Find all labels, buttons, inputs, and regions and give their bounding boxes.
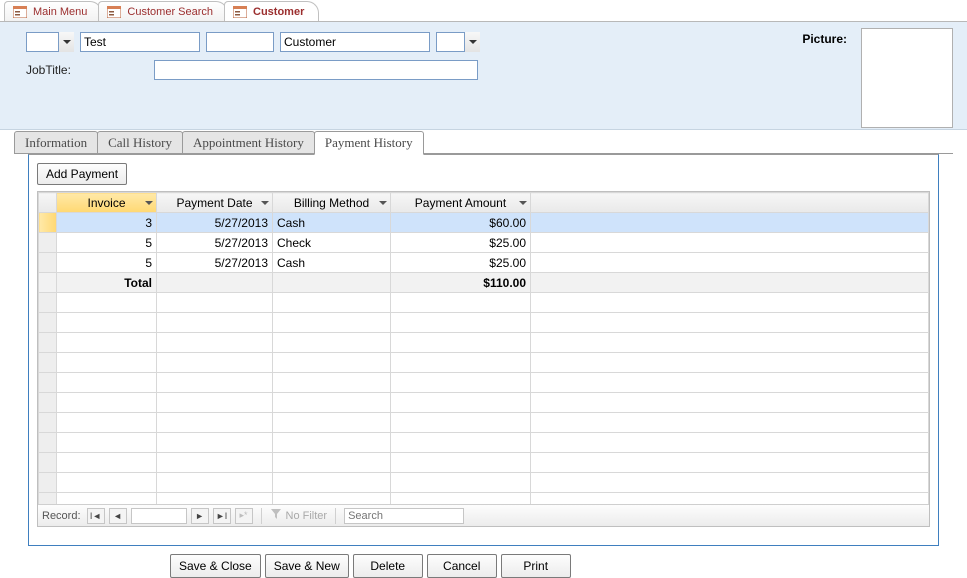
picture-section: Picture:	[802, 28, 953, 128]
tab-appointment-history[interactable]: Appointment History	[182, 131, 315, 154]
dropdown-arrow-icon[interactable]	[464, 32, 480, 52]
cell-payment-date[interactable]: 5/27/2013	[157, 213, 273, 233]
jobtitle-input[interactable]	[154, 60, 478, 80]
delete-button[interactable]: Delete	[353, 554, 423, 578]
column-dropdown-icon[interactable]	[260, 198, 270, 208]
separator	[335, 508, 336, 524]
add-payment-button[interactable]: Add Payment	[37, 163, 127, 185]
payment-grid: Invoice Payment Date Billing Method	[37, 191, 930, 527]
nav-first-button[interactable]: I◄	[87, 508, 105, 524]
jobtitle-label: JobTitle:	[26, 63, 144, 77]
cell-payment-date[interactable]: 5/27/2013	[157, 253, 273, 273]
filter-label: No Filter	[286, 510, 328, 522]
col-header-billing-method[interactable]: Billing Method	[273, 193, 391, 213]
app-window: Main Menu Customer Search Customer	[0, 0, 967, 569]
col-header-payment-date[interactable]: Payment Date	[157, 193, 273, 213]
cell-billing-method[interactable]: Check	[273, 233, 391, 253]
cell-payment-date[interactable]: 5/27/2013	[157, 233, 273, 253]
col-header-payment-amount[interactable]: Payment Amount	[391, 193, 531, 213]
action-bar: Save & Close Save & New Delete Cancel Pr…	[0, 546, 967, 578]
filter-indicator[interactable]: No Filter	[270, 508, 328, 523]
cancel-button[interactable]: Cancel	[427, 554, 497, 578]
cell-billing-method[interactable]: Cash	[273, 253, 391, 273]
form-icon	[233, 6, 247, 18]
doc-tab-customer-search[interactable]: Customer Search	[98, 1, 228, 21]
doc-tab-main-menu[interactable]: Main Menu	[4, 1, 102, 21]
nav-next-button[interactable]: ►	[191, 508, 209, 524]
total-amount: $110.00	[391, 273, 531, 293]
picture-label: Picture:	[802, 28, 847, 46]
form-icon	[107, 6, 121, 18]
cell-payment-amount[interactable]: $60.00	[391, 213, 531, 233]
record-position-input[interactable]	[131, 508, 187, 524]
recnav-label: Record:	[42, 510, 83, 522]
form-icon	[13, 6, 27, 18]
nav-last-button[interactable]: ►I	[213, 508, 231, 524]
row-selector[interactable]	[39, 213, 57, 233]
dropdown-arrow-icon[interactable]	[58, 32, 74, 52]
doc-tab-label: Customer Search	[127, 6, 213, 18]
total-label: Total	[57, 273, 157, 293]
row-selector-header[interactable]	[39, 193, 57, 213]
cell-payment-amount[interactable]: $25.00	[391, 233, 531, 253]
separator	[261, 508, 262, 524]
tab-payment-history[interactable]: Payment History	[314, 131, 424, 155]
column-dropdown-icon[interactable]	[144, 198, 154, 208]
column-dropdown-icon[interactable]	[518, 198, 528, 208]
col-header-label: Payment Date	[176, 196, 252, 210]
doc-tab-customer[interactable]: Customer	[224, 1, 319, 21]
col-header-empty	[531, 193, 929, 213]
cell-empty	[531, 213, 929, 233]
record-navigator: Record: I◄ ◄ ► ►I ▸* No Filter	[38, 504, 929, 526]
payment-history-panel: Add Payment Invoice	[28, 154, 939, 546]
first-name-input[interactable]	[80, 32, 200, 52]
cell-invoice[interactable]: 5	[57, 253, 157, 273]
record-search-input[interactable]	[344, 508, 464, 524]
row-selector[interactable]	[39, 253, 57, 273]
grid-row[interactable]: 3 5/27/2013 Cash $60.00	[39, 213, 929, 233]
cell-empty	[531, 253, 929, 273]
tab-information[interactable]: Information	[14, 131, 98, 154]
save-close-button[interactable]: Save & Close	[170, 554, 261, 578]
nav-new-button[interactable]: ▸*	[235, 508, 253, 524]
cell-invoice[interactable]: 3	[57, 213, 157, 233]
grid-row[interactable]: 5 5/27/2013 Cash $25.00	[39, 253, 929, 273]
col-header-invoice[interactable]: Invoice	[57, 193, 157, 213]
print-button[interactable]: Print	[501, 554, 571, 578]
nav-prev-button[interactable]: ◄	[109, 508, 127, 524]
grid-table[interactable]: Invoice Payment Date Billing Method	[38, 192, 929, 504]
row-selector	[39, 273, 57, 293]
sub-tab-strip: Information Call History Appointment His…	[0, 130, 967, 546]
grid-body: Invoice Payment Date Billing Method	[38, 192, 929, 504]
grid-row[interactable]: 5 5/27/2013 Check $25.00	[39, 233, 929, 253]
col-header-label: Billing Method	[294, 196, 369, 210]
tab-call-history[interactable]: Call History	[97, 131, 183, 154]
customer-header: JobTitle: Picture:	[0, 22, 967, 130]
grid-header-row: Invoice Payment Date Billing Method	[39, 193, 929, 213]
suffix-combo[interactable]	[436, 32, 480, 52]
col-header-label: Payment Amount	[415, 196, 506, 210]
grid-total-row: Total $110.00	[39, 273, 929, 293]
funnel-icon	[270, 508, 282, 523]
row-selector[interactable]	[39, 233, 57, 253]
doc-tab-label: Main Menu	[33, 6, 87, 18]
col-header-label: Invoice	[87, 196, 125, 210]
column-dropdown-icon[interactable]	[378, 198, 388, 208]
cell-payment-amount[interactable]: $25.00	[391, 253, 531, 273]
document-tab-bar: Main Menu Customer Search Customer	[0, 0, 967, 22]
middle-name-input[interactable]	[206, 32, 274, 52]
cell-billing-method[interactable]: Cash	[273, 213, 391, 233]
cell-invoice[interactable]: 5	[57, 233, 157, 253]
cell-empty	[531, 233, 929, 253]
picture-frame[interactable]	[861, 28, 953, 128]
title-combo[interactable]	[26, 32, 74, 52]
save-new-button[interactable]: Save & New	[265, 554, 349, 578]
last-name-input[interactable]	[280, 32, 430, 52]
doc-tab-label: Customer	[253, 6, 304, 18]
